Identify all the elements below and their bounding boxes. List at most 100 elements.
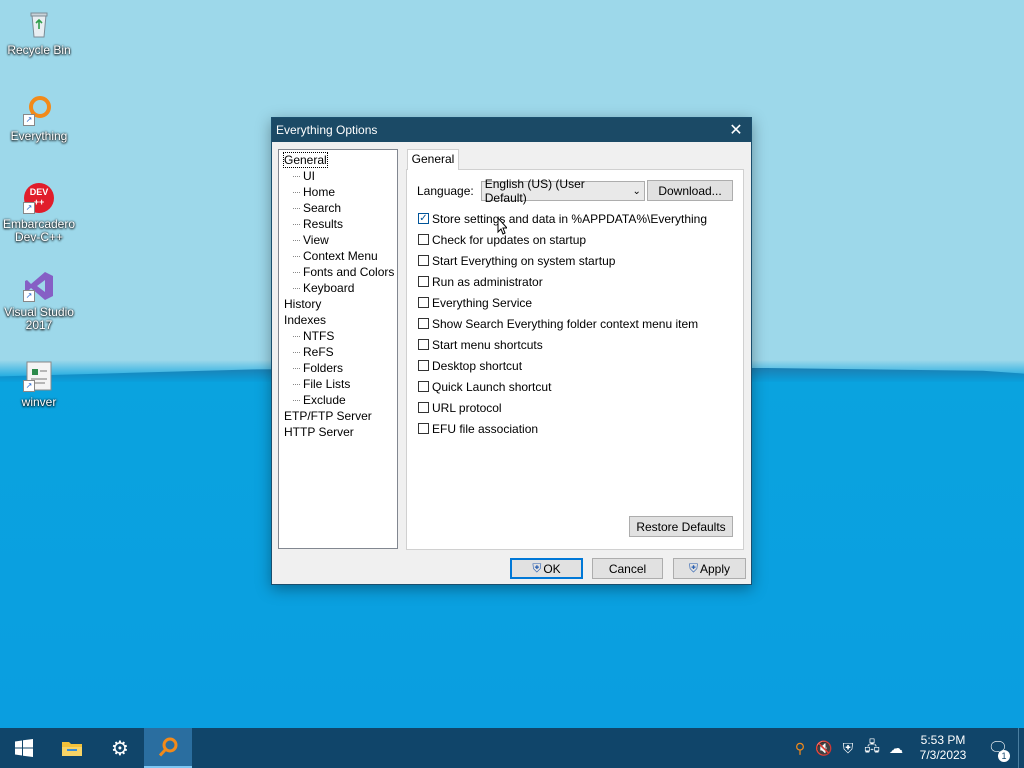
restore-defaults-button[interactable]: Restore Defaults: [629, 516, 733, 537]
network-icon[interactable]: 🖧: [860, 736, 884, 760]
settings-gear-icon[interactable]: ⚙: [96, 728, 144, 768]
context-menu-item-checkbox[interactable]: [418, 318, 429, 329]
checkbox-row[interactable]: Start Everything on system startup: [418, 250, 707, 271]
desktop-icon-devcpp[interactable]: DEV ++ ↗ Embarcadero Dev-C++: [1, 182, 77, 244]
tree-item-ntfs[interactable]: NTFS: [279, 328, 397, 344]
clock[interactable]: 5:53 PM 7/3/2023: [908, 733, 978, 763]
desktop-shortcut-checkbox[interactable]: [418, 360, 429, 371]
dialog-titlebar[interactable]: Everything Options ✕: [272, 118, 751, 142]
dialog-title: Everything Options: [276, 123, 378, 137]
onedrive-cloud-icon[interactable]: ☁: [884, 740, 908, 757]
tree-item-file-lists[interactable]: File Lists: [279, 376, 397, 392]
start-on-startup-checkbox[interactable]: [418, 255, 429, 266]
uac-shield-icon: ⛨: [688, 561, 698, 575]
file-explorer-icon[interactable]: [48, 728, 96, 768]
check-updates-checkbox[interactable]: [418, 234, 429, 245]
desktop-icon-label: Recycle Bin: [7, 43, 71, 57]
checkbox-row[interactable]: Show Search Everything folder context me…: [418, 313, 707, 334]
ok-button[interactable]: ⛨ OK: [510, 558, 583, 579]
tree-item-fonts-and-colors[interactable]: Fonts and Colors: [279, 264, 397, 280]
shortcut-arrow-icon: ↗: [23, 114, 35, 126]
tree-item-etp-ftp-server[interactable]: ETP/FTP Server: [279, 408, 397, 424]
tree-item-ui[interactable]: UI: [279, 168, 397, 184]
checkbox-row[interactable]: EFU file association: [418, 418, 707, 439]
tree-item-search[interactable]: Search: [279, 200, 397, 216]
everything-options-dialog: Everything Options ✕ General UI Home Sea…: [271, 117, 752, 585]
clock-date: 7/3/2023: [919, 748, 967, 762]
run-as-admin-checkbox[interactable]: [418, 276, 429, 287]
desktop-icon-label: Everything: [10, 129, 68, 143]
checkbox-row[interactable]: Check for updates on startup: [418, 229, 707, 250]
apply-button[interactable]: ⛨ Apply: [673, 558, 746, 579]
checkbox-row[interactable]: Desktop shortcut: [418, 355, 707, 376]
tree-item-view[interactable]: View: [279, 232, 397, 248]
language-select[interactable]: English (US) (User Default) ⌄: [480, 177, 645, 205]
checkbox-row[interactable]: Start menu shortcuts: [418, 334, 707, 355]
desktop-icon-label: winver: [21, 395, 57, 409]
start-menu-shortcuts-checkbox[interactable]: [418, 339, 429, 350]
download-button[interactable]: Download...: [647, 180, 733, 201]
efu-association-checkbox[interactable]: [418, 423, 429, 434]
cancel-button[interactable]: Cancel: [592, 558, 663, 579]
desktop-icon-everything[interactable]: ↗ Everything: [1, 94, 77, 143]
chevron-down-icon: ⌄: [632, 185, 641, 197]
visual-studio-icon: ↗: [23, 270, 55, 302]
checkbox-row[interactable]: ✓ Store settings and data in %APPDATA%\E…: [418, 208, 707, 229]
security-shield-icon[interactable]: ⛨: [836, 740, 860, 757]
checkbox-label: Start menu shortcuts: [432, 337, 543, 352]
tree-item-refs[interactable]: ReFS: [279, 344, 397, 360]
tree-item-context-menu[interactable]: Context Menu: [279, 248, 397, 264]
checkbox-label: EFU file association: [432, 421, 539, 436]
quick-launch-shortcut-checkbox[interactable]: [418, 381, 429, 392]
checkbox-label: Desktop shortcut: [432, 358, 523, 373]
checkbox-row[interactable]: Everything Service: [418, 292, 707, 313]
desktop-icon-label: Embarcadero Dev-C++: [2, 217, 76, 244]
tree-item-folders[interactable]: Folders: [279, 360, 397, 376]
system-tray: ⚲ 🔇 ⛨ 🖧 ☁ 5:53 PM 7/3/2023 🗨 1: [788, 728, 1024, 768]
everything-magnifier-icon[interactable]: [144, 728, 192, 768]
shortcut-arrow-icon: ↗: [23, 380, 35, 392]
everything-tray-icon[interactable]: ⚲: [788, 740, 812, 757]
general-checkbox-list: ✓ Store settings and data in %APPDATA%\E…: [418, 208, 707, 439]
tree-item-history[interactable]: History: [279, 296, 397, 312]
ok-button-label: OK: [543, 561, 561, 576]
volume-muted-icon[interactable]: 🔇: [812, 740, 836, 757]
desktop-icon-visual-studio[interactable]: ↗ Visual Studio 2017: [1, 270, 77, 332]
tree-item-home[interactable]: Home: [279, 184, 397, 200]
text-cursor-icon: [497, 216, 509, 237]
taskbar: ⚙ ⚲ 🔇 ⛨ 🖧 ☁ 5:53 PM 7/3/2023 🗨 1: [0, 728, 1024, 768]
desktop-icon-winver[interactable]: ↗ winver: [1, 360, 77, 409]
uac-shield-icon: ⛨: [532, 561, 542, 575]
tree-item-exclude[interactable]: Exclude: [279, 392, 397, 408]
store-settings-checkbox[interactable]: ✓: [418, 213, 429, 224]
tree-item-indexes[interactable]: Indexes: [279, 312, 397, 328]
checkbox-label: Run as administrator: [432, 274, 543, 289]
tab-general[interactable]: General: [407, 149, 459, 170]
notification-center-icon[interactable]: 🗨 1: [978, 738, 1018, 762]
notification-count-badge: 1: [998, 750, 1010, 762]
shortcut-arrow-icon: ↗: [23, 202, 35, 214]
start-windows-icon[interactable]: [0, 728, 48, 768]
everything-magnifier-icon: ↗: [23, 94, 55, 126]
apply-button-label: Apply: [699, 561, 731, 576]
checkbox-label: Start Everything on system startup: [432, 253, 616, 268]
checkbox-row[interactable]: URL protocol: [418, 397, 707, 418]
desktop-icon-recycle-bin[interactable]: Recycle Bin: [1, 8, 77, 57]
desktop-icon-label: Visual Studio 2017: [4, 305, 74, 332]
language-select-value: English (US) (User Default): [484, 177, 585, 205]
devcpp-icon: DEV ++ ↗: [23, 182, 55, 214]
url-protocol-checkbox[interactable]: [418, 402, 429, 413]
checkbox-row[interactable]: Run as administrator: [418, 271, 707, 292]
checkbox-label: Everything Service: [432, 295, 533, 310]
language-label: Language:: [417, 184, 474, 198]
tree-item-general[interactable]: General: [279, 152, 397, 168]
shortcut-arrow-icon: ↗: [23, 290, 35, 302]
everything-service-checkbox[interactable]: [418, 297, 429, 308]
tree-item-keyboard[interactable]: Keyboard: [279, 280, 397, 296]
checkbox-row[interactable]: Quick Launch shortcut: [418, 376, 707, 397]
close-icon[interactable]: ✕: [721, 118, 751, 142]
show-desktop-button[interactable]: [1018, 728, 1024, 768]
tree-item-results[interactable]: Results: [279, 216, 397, 232]
tree-item-http-server[interactable]: HTTP Server: [279, 424, 397, 440]
options-tree[interactable]: General UI Home Search Results View Cont…: [278, 149, 398, 549]
